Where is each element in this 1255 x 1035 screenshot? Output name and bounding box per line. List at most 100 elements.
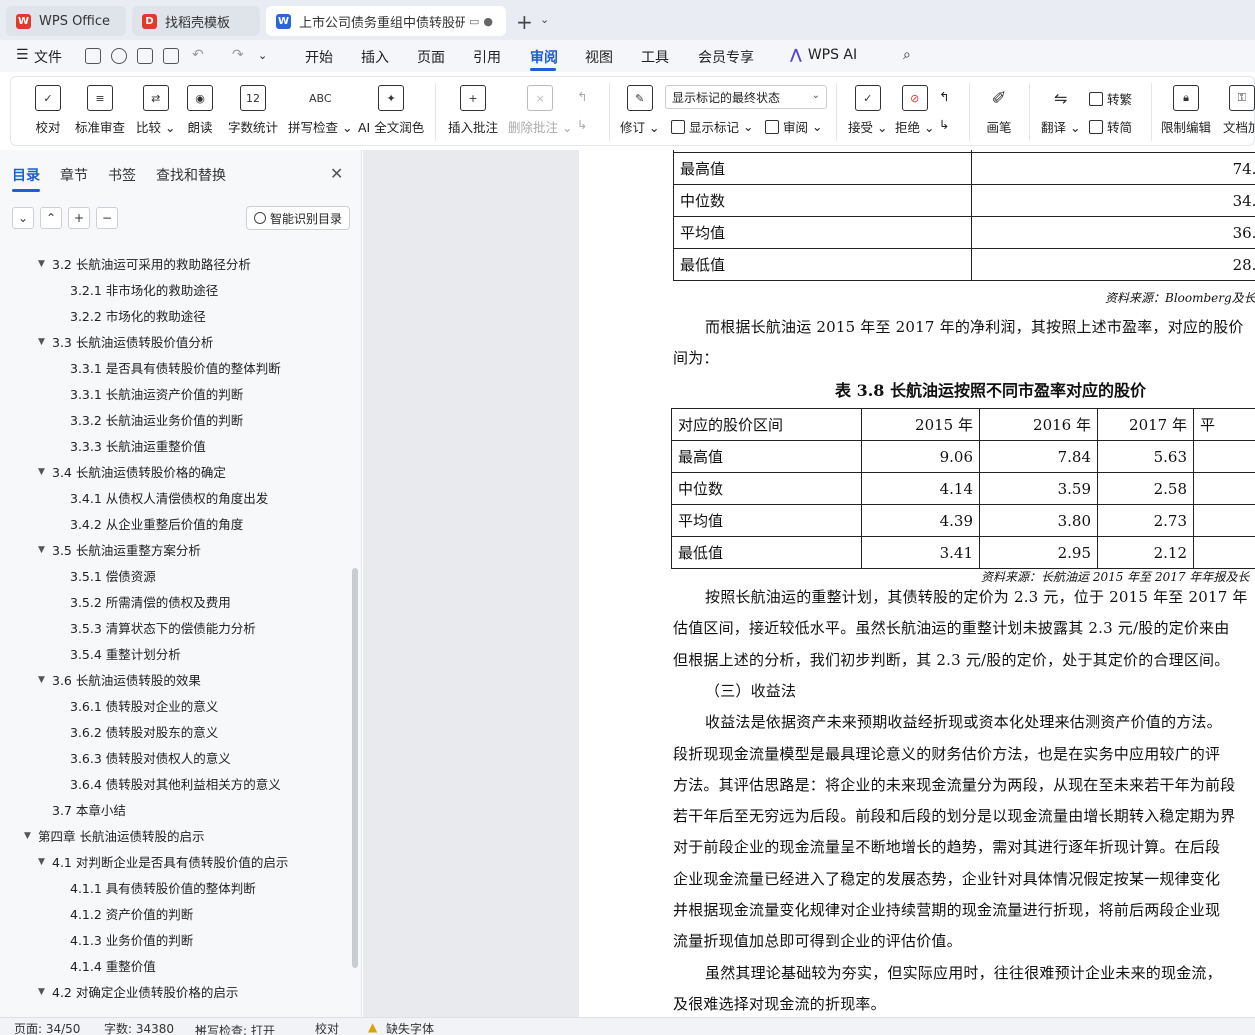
toc-item[interactable]: 4.1.1 具有债转股价值的整体判断 <box>70 878 256 897</box>
toc-item[interactable]: 3.3.1 是否具有债转股价值的整体判断 <box>70 358 281 377</box>
toc-item[interactable]: 3.2.2 市场化的救助途径 <box>70 306 206 325</box>
word-count[interactable]: 字数: 34380 <box>104 1020 174 1035</box>
tab-bookmarks[interactable]: 书签 <box>108 165 136 189</box>
expand-toggle-icon[interactable]: ▼ <box>38 987 52 997</box>
wps-ai-button[interactable]: ⋀ WPS AI <box>790 47 857 63</box>
next-change-icon[interactable]: ↳ <box>939 117 949 132</box>
toc-item[interactable]: 3.3.3 长航油运重整价值 <box>70 436 206 455</box>
review-pane-button[interactable]: 审阅 ⌄ <box>765 117 822 136</box>
menu-review[interactable]: 审阅 <box>530 47 558 67</box>
ai-proofread-button[interactable]: ✦ AI 全文润色 <box>358 85 424 136</box>
expand-toggle-icon[interactable]: ▼ <box>38 857 52 867</box>
expand-toggle-icon[interactable]: ▼ <box>38 545 52 555</box>
expand-toggle-icon[interactable]: ▼ <box>24 831 38 841</box>
ink-button[interactable]: ✐ 画笔 <box>986 85 1012 136</box>
accept-button[interactable]: ✓ 接受 ⌄ <box>848 85 887 136</box>
toc-item[interactable]: 3.5.4 重整计划分析 <box>70 644 181 663</box>
expand-toggle-icon[interactable]: ▼ <box>38 259 52 269</box>
insert-comment-button[interactable]: + 插入批注 <box>448 85 498 136</box>
toc-item[interactable]: 3.6.4 债转股对其他利益相关方的意义 <box>70 774 281 793</box>
expand-toggle-icon[interactable]: ▼ <box>38 467 52 477</box>
smart-toc-button[interactable]: 智能识别目录 <box>246 206 350 230</box>
search-icon[interactable]: ⌕ <box>903 47 911 63</box>
toc-item[interactable]: 3.7 本章小结 <box>52 800 126 819</box>
next-comment-icon[interactable]: ↳ <box>577 117 587 132</box>
standard-review-button[interactable]: ≡ 标准审查 <box>75 85 125 136</box>
toc-item[interactable]: ▼ 3.3 长航油运债转股价值分析 <box>38 332 213 351</box>
print-icon[interactable] <box>137 48 153 64</box>
tab-chapters[interactable]: 章节 <box>60 165 88 189</box>
toc-item[interactable]: 3.4.1 从债权人清偿债权的角度出发 <box>70 488 268 507</box>
to-simplified-button[interactable]: 转简 <box>1089 117 1132 136</box>
read-aloud-button[interactable]: ◉ 朗读 <box>187 85 213 136</box>
toc-item[interactable]: 3.2.1 非市场化的救助途径 <box>70 280 218 299</box>
toc-item[interactable]: 3.3.1 长航油运资产价值的判断 <box>70 384 243 403</box>
menu-member[interactable]: 会员专享 <box>698 47 754 67</box>
menu-reference[interactable]: 引用 <box>473 47 501 67</box>
toc-item[interactable]: 3.6.1 债转股对企业的意义 <box>70 696 218 715</box>
menu-insert[interactable]: 插入 <box>361 47 389 67</box>
restrict-edit-button[interactable]: 🔒︎ 限制编辑 <box>1161 85 1211 136</box>
undo-icon[interactable]: ↶ <box>192 47 204 63</box>
page-indicator[interactable]: 页面: 34/50 <box>14 1020 80 1035</box>
proofread-button[interactable]: ✓ 校对 <box>35 85 61 136</box>
print-preview-icon[interactable] <box>163 48 179 64</box>
toc-item[interactable]: 3.5.2 所需清偿的债权及费用 <box>70 592 231 611</box>
toc-item[interactable]: ▼ 3.5 长航油运重整方案分析 <box>38 540 201 559</box>
toc-item[interactable]: ▼ 4.2 对确定企业债转股价格的启示 <box>38 982 238 1001</box>
toc-item[interactable]: 3.6.3 债转股对债权人的意义 <box>70 748 231 767</box>
close-icon[interactable]: ✕ <box>330 164 343 183</box>
toc-item[interactable]: 3.5.3 清算状态下的偿债能力分析 <box>70 618 256 637</box>
redo-icon[interactable]: ↷ <box>232 47 244 63</box>
unsaved-dot-icon[interactable]: ● <box>483 15 493 28</box>
menu-start[interactable]: 开始 <box>305 47 333 67</box>
tab-find-replace[interactable]: 查找和替换 <box>156 165 226 189</box>
menu-view[interactable]: 视图 <box>585 47 613 67</box>
spell-check-status[interactable]: 拼写检查: 打开 ⌄ <box>195 1020 275 1035</box>
save-icon[interactable] <box>85 48 101 64</box>
translate-button[interactable]: ⇋ 翻译 ⌄ <box>1041 85 1080 136</box>
collapse-all-icon[interactable]: ⌃ <box>40 207 62 229</box>
tab-document[interactable]: W 上市公司债务重组中债转股研究 ▭ ● <box>266 6 506 36</box>
more-chevron-icon[interactable]: ⌄ <box>258 49 267 62</box>
delete-comment-button[interactable]: × 删除批注 ⌄ <box>508 85 572 136</box>
chevron-down-icon[interactable]: ⌄ <box>540 13 549 26</box>
word-count-button[interactable]: 12 字数统计 <box>228 85 278 136</box>
proofread-status[interactable]: 校对 <box>315 1020 339 1035</box>
tab-wps-office[interactable]: W WPS Office <box>6 6 126 36</box>
share-icon[interactable] <box>111 48 127 64</box>
encrypt-document-button[interactable]: ⚿ 文档加 <box>1223 85 1255 136</box>
expand-all-icon[interactable]: ⌄ <box>12 207 34 229</box>
toc-item[interactable]: ▼ 3.2 长航油运可采用的救助路径分析 <box>38 254 251 273</box>
tab-template[interactable]: D 找稻壳模板 <box>132 6 260 36</box>
hamburger-icon[interactable]: ☰ <box>16 47 29 63</box>
expand-toggle-icon[interactable]: ▼ <box>38 337 52 347</box>
monitor-icon[interactable]: ▭ <box>469 15 479 28</box>
toc-item[interactable]: 3.6.2 债转股对股东的意义 <box>70 722 218 741</box>
show-markup-button[interactable]: 显示标记 ⌄ <box>671 117 753 136</box>
tab-toc[interactable]: 目录 <box>12 165 40 189</box>
menu-page[interactable]: 页面 <box>417 47 445 67</box>
to-traditional-button[interactable]: 转繁 <box>1089 89 1132 108</box>
toc-item[interactable]: 3.5.1 偿债资源 <box>70 566 156 585</box>
spell-check-button[interactable]: ABC 拼写检查 ⌄ <box>288 85 352 136</box>
toc-item[interactable]: ▼ 3.4 长航油运债转股价格的确定 <box>38 462 226 481</box>
menu-file[interactable]: 文件 <box>34 47 62 67</box>
missing-font-status[interactable]: 缺失字体 <box>386 1020 434 1035</box>
prev-comment-icon[interactable]: ↰ <box>577 89 587 104</box>
menu-tools[interactable]: 工具 <box>641 47 669 67</box>
toc-item[interactable]: 4.1.2 资产价值的判断 <box>70 904 193 923</box>
toc-item[interactable]: 4.1.4 重整价值 <box>70 956 156 975</box>
prev-change-icon[interactable]: ↰ <box>939 89 949 104</box>
toc-item[interactable]: ▼ 第四章 长航油运债转股的启示 <box>24 826 204 845</box>
remove-heading-icon[interactable]: − <box>96 207 118 229</box>
toc-item[interactable]: 3.3.2 长航油运业务价值的判断 <box>70 410 243 429</box>
expand-toggle-icon[interactable]: ▼ <box>38 675 52 685</box>
toc-item[interactable]: 4.1.3 业务价值的判断 <box>70 930 193 949</box>
compare-button[interactable]: ⇄ 比较 ⌄ <box>136 85 175 136</box>
new-tab-icon[interactable]: + <box>516 10 533 34</box>
toc-item[interactable]: 3.4.2 从企业重整后价值的角度 <box>70 514 243 533</box>
markup-display-select[interactable]: 显示标记的最终状态 ⌄ <box>665 85 827 109</box>
add-heading-icon[interactable]: + <box>68 207 90 229</box>
reject-button[interactable]: ⊘ 拒绝 ⌄ <box>895 85 934 136</box>
